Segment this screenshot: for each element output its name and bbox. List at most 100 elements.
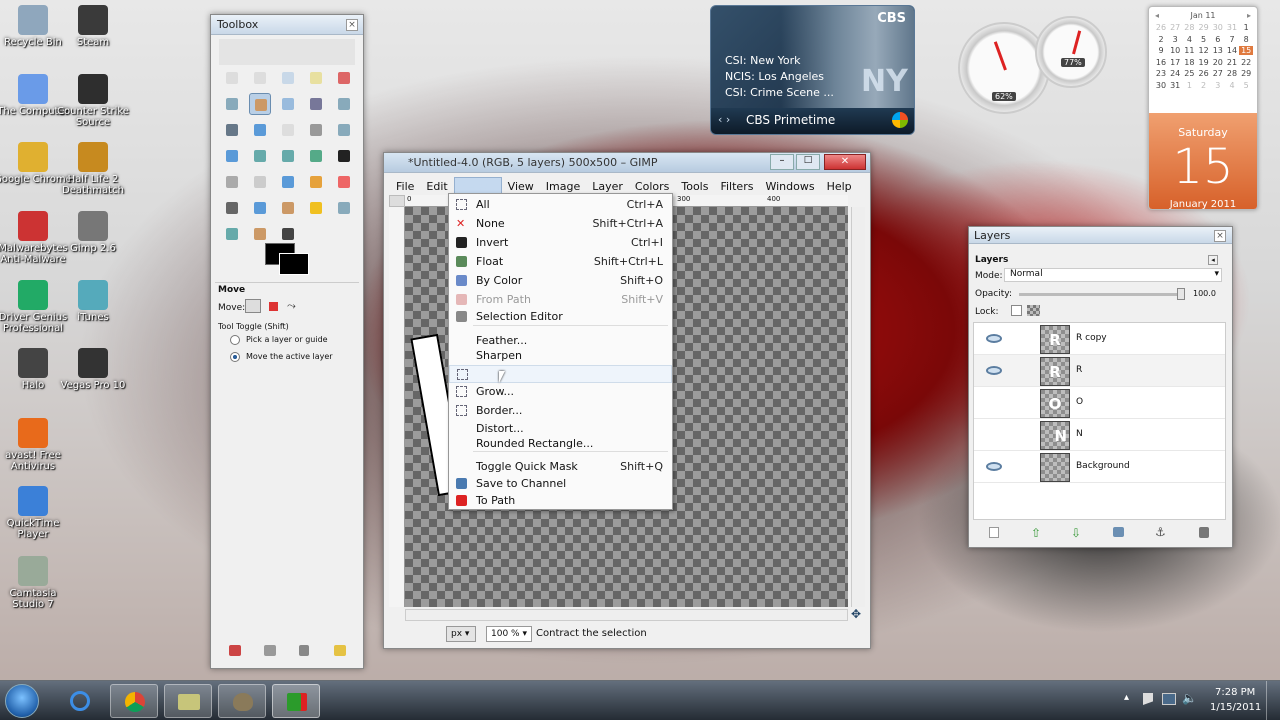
tool-icon[interactable] <box>221 67 243 89</box>
tool-icon[interactable] <box>277 119 299 141</box>
tool-icon[interactable] <box>249 171 271 193</box>
minimize-button[interactable]: – <box>770 154 794 170</box>
cbs-nav-arrows[interactable]: ‹ › <box>718 113 730 126</box>
toolbox-titlebar[interactable]: Toolbox <box>211 15 363 35</box>
tool-icon[interactable] <box>249 223 271 245</box>
close-button[interactable]: ✕ <box>824 154 866 170</box>
tool-icon[interactable] <box>333 119 355 141</box>
calendar-day-cell[interactable]: 27 <box>1211 69 1225 78</box>
tool-icon[interactable] <box>221 119 243 141</box>
tool-icon[interactable] <box>277 197 299 219</box>
menu-file[interactable]: File <box>390 178 420 195</box>
layers-list[interactable]: RR copy R R O O N N Background <box>973 322 1226 520</box>
calendar-day-cell[interactable]: 17 <box>1168 58 1182 67</box>
calendar-day-cell[interactable]: 26 <box>1197 69 1211 78</box>
move-layer-toggle[interactable] <box>245 299 261 313</box>
cbs-show-2[interactable]: NCIS: Los Angeles <box>725 70 824 83</box>
calendar-day-cell[interactable]: 20 <box>1211 58 1225 67</box>
network-icon[interactable] <box>1162 693 1176 705</box>
move-selection-icon[interactable] <box>269 302 278 311</box>
gimp-taskbar-icon[interactable] <box>218 684 266 718</box>
clock-time[interactable]: 7:28 PM <box>1215 687 1255 698</box>
volume-icon[interactable]: 🔈 <box>1182 691 1197 705</box>
calendar-day-cell[interactable]: 6 <box>1211 35 1225 44</box>
tool-icon[interactable] <box>249 93 271 115</box>
select-menu-item[interactable]: Sharpen <box>449 347 672 365</box>
tool-icon[interactable] <box>249 119 271 141</box>
navigate-icon[interactable]: ✥ <box>851 608 864 621</box>
desktop-icon[interactable]: Vegas Pro 10 <box>53 348 133 391</box>
action-center-icon[interactable] <box>1143 693 1153 705</box>
start-button[interactable] <box>5 684 39 718</box>
ie-taskbar-icon[interactable] <box>58 685 102 717</box>
save-options-icon[interactable] <box>229 645 241 656</box>
tool-icon[interactable] <box>333 67 355 89</box>
menu-help[interactable]: Help <box>821 178 858 195</box>
calendar-day-cell[interactable]: 19 <box>1197 58 1211 67</box>
tool-icon[interactable] <box>305 197 327 219</box>
anchor-layer-icon[interactable]: ⚓ <box>1155 525 1166 539</box>
calendar-day-cell[interactable]: 3 <box>1168 35 1182 44</box>
select-menu-item[interactable]: Border... <box>449 402 672 420</box>
tool-icon[interactable] <box>277 223 299 245</box>
calendar-day-cell[interactable]: 14 <box>1225 46 1239 55</box>
tool-icon[interactable] <box>249 145 271 167</box>
calendar-day-cell[interactable]: 29 <box>1197 23 1211 32</box>
calendar-gadget[interactable]: ◂ Jan 11 ▸ 26 27 28 29 30 31 1 2 3 4 5 6 7 8 9 10 11 12 13… <box>1148 6 1258 210</box>
lock-pixels-checkbox[interactable] <box>1011 305 1022 316</box>
calendar-day-cell[interactable]: 24 <box>1168 69 1182 78</box>
restore-options-icon[interactable] <box>264 645 276 656</box>
select-menu-item[interactable]: Selection Editor <box>449 308 672 326</box>
tool-icon[interactable] <box>221 171 243 193</box>
desktop-icon[interactable]: Gimp 2.6 <box>53 211 133 254</box>
radio-move-active[interactable] <box>230 352 240 362</box>
tool-icon[interactable] <box>305 171 327 193</box>
tray-arrow-icon[interactable]: ▴ <box>1124 692 1129 703</box>
unit-select[interactable]: px ▾ <box>446 626 476 642</box>
horizontal-scrollbar[interactable] <box>405 609 848 621</box>
zoom-select[interactable]: 100 % ▾ <box>486 626 532 642</box>
gauge-cpu[interactable]: 62% <box>958 22 1050 114</box>
layers-titlebar[interactable]: Layers <box>969 227 1232 244</box>
reset-options-icon[interactable] <box>334 645 346 656</box>
menu-filters[interactable]: Filters <box>714 178 759 195</box>
calendar-day-cell[interactable]: 30 <box>1211 23 1225 32</box>
opacity-value[interactable]: 100.0 <box>1193 289 1216 298</box>
calendar-day-cell[interactable]: 4 <box>1225 81 1239 90</box>
tool-icon[interactable] <box>305 67 327 89</box>
calendar-day-cell[interactable]: 5 <box>1197 35 1211 44</box>
calendar-day-cell[interactable]: 16 <box>1154 58 1168 67</box>
select-menu-item[interactable]: All Ctrl+A <box>449 196 672 214</box>
layers-close-button[interactable]: × <box>1214 230 1226 242</box>
calendar-day-cell[interactable]: 22 <box>1239 58 1253 67</box>
calendar-day-cell[interactable]: 31 <box>1168 81 1182 90</box>
calendar-day-cell[interactable]: 1 <box>1239 23 1253 32</box>
mode-select[interactable]: Normal ▾ <box>1004 268 1222 282</box>
cbs-show-1[interactable]: CSI: New York <box>725 54 800 67</box>
select-menu-item[interactable]: Grow... <box>449 383 672 401</box>
duplicate-layer-icon[interactable] <box>1113 527 1124 537</box>
tool-icon[interactable] <box>221 223 243 245</box>
tool-icon[interactable] <box>249 197 271 219</box>
toolbox-close-button[interactable]: × <box>346 19 358 31</box>
opacity-slider[interactable] <box>1019 293 1181 296</box>
tool-icon[interactable] <box>305 145 327 167</box>
lock-alpha-checkbox[interactable] <box>1027 305 1040 316</box>
layers-tab-menu-icon[interactable]: ◂ <box>1208 255 1218 265</box>
tool-icon[interactable] <box>221 145 243 167</box>
radio-pick-layer[interactable] <box>230 335 240 345</box>
layers-tab[interactable]: Layers <box>975 255 1008 265</box>
calendar-day-cell[interactable]: 5 <box>1239 81 1253 90</box>
select-menu-item[interactable]: Toggle Quick Mask Shift+Q <box>449 458 672 476</box>
calendar-day-cell[interactable]: 30 <box>1154 81 1168 90</box>
layer-row[interactable]: R R copy <box>974 323 1225 355</box>
move-path-icon[interactable]: ⤳ <box>287 300 299 312</box>
select-menu-item[interactable]: Invert Ctrl+I <box>449 234 672 252</box>
tool-icon[interactable] <box>277 67 299 89</box>
raise-layer-icon[interactable]: ⇧ <box>1031 526 1041 540</box>
vertical-scrollbar[interactable] <box>851 207 865 607</box>
calendar-day-cell[interactable]: 2 <box>1197 81 1211 90</box>
calendar-day-cell[interactable]: 26 <box>1154 23 1168 32</box>
eye-icon[interactable] <box>986 462 1002 471</box>
select-menu-item[interactable]: Float Shift+Ctrl+L <box>449 253 672 271</box>
